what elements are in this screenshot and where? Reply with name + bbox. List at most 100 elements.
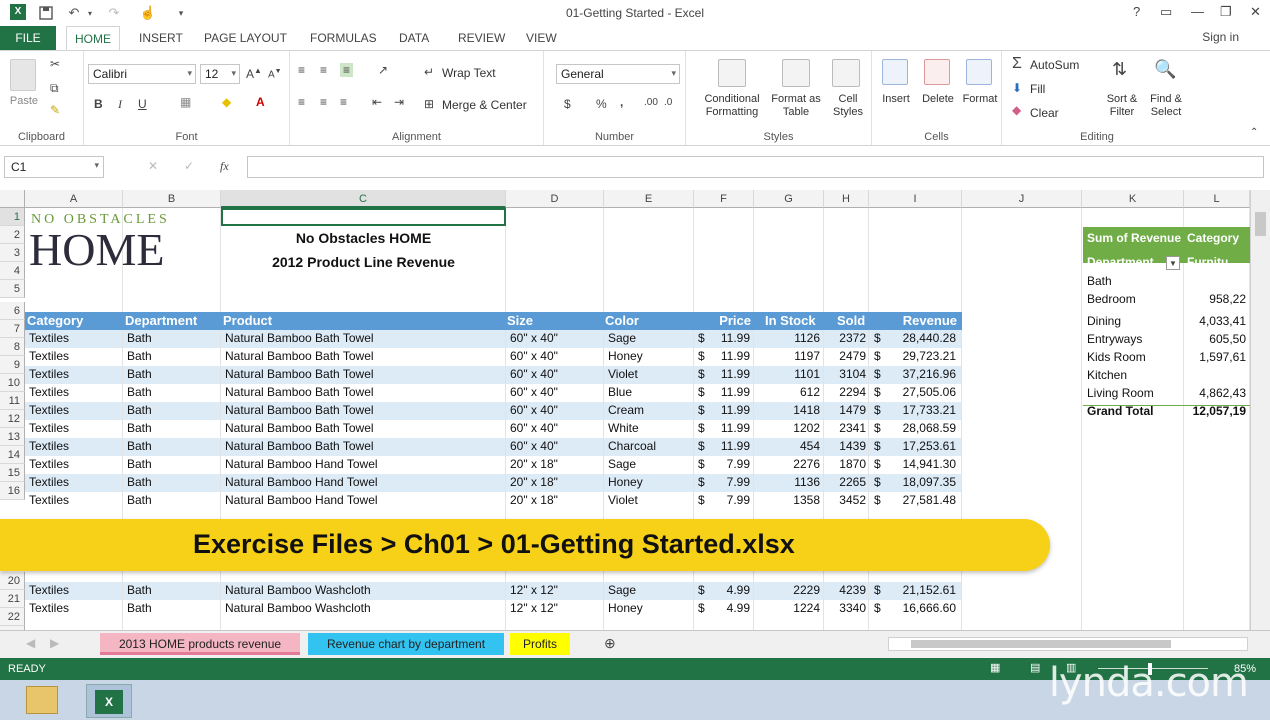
cell-price[interactable]: 11.99	[700, 385, 752, 399]
conditional-formatting-button[interactable]: Conditional Formatting	[694, 93, 770, 119]
cell-revenue[interactable]: 27,505.06	[880, 385, 958, 399]
cell-size[interactable]: 60" x 40"	[508, 367, 560, 381]
file-explorer-icon[interactable]	[26, 686, 58, 714]
cell-styles-button[interactable]: Cell Styles	[828, 93, 868, 119]
cell-in-stock[interactable]: 612	[756, 385, 822, 399]
cell-sold[interactable]: 2265	[826, 475, 868, 489]
row-header-7[interactable]: 7	[0, 320, 25, 338]
header-revenue[interactable]: Revenue	[893, 312, 959, 330]
cell-revenue[interactable]: 37,216.96	[880, 367, 958, 381]
cell-price[interactable]: 4.99	[700, 601, 752, 615]
pivot-dept[interactable]: Dining	[1085, 314, 1123, 328]
vertical-scrollbar[interactable]	[1250, 190, 1270, 630]
cell-in-stock[interactable]: 1418	[756, 403, 822, 417]
format-as-table-button[interactable]: Format as Table	[766, 93, 826, 119]
row-header-1[interactable]: 1	[0, 208, 25, 226]
cell-product[interactable]: Natural Bamboo Bath Towel	[223, 367, 376, 381]
pivot-value[interactable]: 4,862,43	[1180, 386, 1248, 400]
sort-filter-button[interactable]: Sort & Filter	[1102, 93, 1142, 119]
pivot-dept[interactable]: Entryways	[1085, 332, 1144, 346]
sign-in-link[interactable]: Sign in	[1202, 30, 1239, 44]
orientation-icon[interactable]: ↗	[378, 63, 388, 77]
header-category[interactable]: Category	[25, 312, 85, 330]
name-box[interactable]: C1 ▾	[4, 156, 104, 178]
tab-page-layout[interactable]: PAGE LAYOUT	[196, 26, 295, 50]
cell-category[interactable]: Textiles	[27, 583, 71, 597]
cell-in-stock[interactable]: 1202	[756, 421, 822, 435]
column-header-a[interactable]: A	[25, 190, 123, 208]
cell-price[interactable]: 7.99	[700, 457, 752, 471]
column-header-j[interactable]: J	[962, 190, 1082, 208]
cell-category[interactable]: Textiles	[27, 403, 71, 417]
cell-product[interactable]: Natural Bamboo Hand Towel	[223, 475, 380, 489]
restore-icon[interactable]: ❐	[1220, 4, 1232, 20]
pivot-value[interactable]: 1,597,61	[1180, 350, 1248, 364]
percent-button[interactable]: %	[596, 97, 607, 111]
header-sold[interactable]: Sold	[835, 312, 867, 330]
column-header-d[interactable]: D	[506, 190, 604, 208]
shrink-font-icon[interactable]: A▼	[268, 68, 282, 80]
vertical-scroll-thumb[interactable]	[1255, 212, 1266, 236]
decrease-indent-icon[interactable]: ⇤	[372, 95, 382, 109]
pivot-filter-dropdown-icon[interactable]: ▼	[1166, 256, 1180, 270]
row-header-3[interactable]: 3	[0, 244, 25, 262]
cell-sold[interactable]: 2341	[826, 421, 868, 435]
horizontal-scroll-thumb[interactable]	[911, 640, 1171, 648]
confirm-entry-icon[interactable]: ✓	[184, 159, 194, 173]
header-size[interactable]: Size	[505, 312, 535, 330]
cell-revenue[interactable]: 28,068.59	[880, 421, 958, 435]
row-header-20[interactable]: 20	[0, 572, 25, 590]
cell-sold[interactable]: 1479	[826, 403, 868, 417]
cell-department[interactable]: Bath	[125, 493, 154, 507]
find-select-button[interactable]: Find & Select	[1144, 93, 1188, 119]
cell-product[interactable]: Natural Bamboo Bath Towel	[223, 403, 376, 417]
select-all-corner[interactable]	[0, 190, 25, 208]
tab-view[interactable]: VIEW	[518, 26, 565, 50]
help-icon[interactable]: ?	[1133, 4, 1140, 19]
tab-review[interactable]: REVIEW	[450, 26, 513, 50]
cell-in-stock[interactable]: 2276	[756, 457, 822, 471]
column-header-f[interactable]: F	[694, 190, 754, 208]
wrap-text-button[interactable]: Wrap Text	[442, 67, 496, 80]
cell-color[interactable]: Charcoal	[606, 439, 658, 453]
autosum-button[interactable]: AutoSum	[1030, 59, 1079, 72]
cell-size[interactable]: 60" x 40"	[508, 421, 560, 435]
cell-color[interactable]: Cream	[606, 403, 646, 417]
cell-color[interactable]: Honey	[606, 349, 645, 363]
borders-icon[interactable]: ▦	[180, 95, 191, 109]
row-header-11[interactable]: 11	[0, 392, 25, 410]
cell-color[interactable]: Sage	[606, 331, 638, 345]
collapse-ribbon-icon[interactable]: ⌃	[1250, 127, 1258, 138]
row-header-5[interactable]: 5	[0, 280, 25, 298]
align-middle-icon[interactable]: ≡	[320, 63, 327, 77]
cell-sold[interactable]: 1870	[826, 457, 868, 471]
sheet-tab-profits[interactable]: Profits	[510, 633, 570, 655]
page-layout-view-icon[interactable]: ▤	[1030, 661, 1040, 674]
cell-revenue[interactable]: 16,666.60	[880, 601, 958, 615]
insert-function-button[interactable]: fx	[220, 159, 229, 174]
cell-in-stock[interactable]: 1126	[756, 331, 822, 345]
paste-icon[interactable]	[10, 59, 36, 91]
align-bottom-icon[interactable]: ≡	[340, 63, 354, 77]
cell-size[interactable]: 60" x 40"	[508, 331, 560, 345]
italic-button[interactable]: I	[118, 97, 122, 112]
cell-price[interactable]: 11.99	[700, 331, 752, 345]
cell-color[interactable]: White	[606, 421, 641, 435]
row-header-12[interactable]: 12	[0, 410, 25, 428]
currency-button[interactable]: $	[564, 97, 571, 111]
cell-color[interactable]: Sage	[606, 457, 638, 471]
align-right-icon[interactable]: ≡	[340, 95, 347, 109]
bold-button[interactable]: B	[94, 97, 103, 111]
pivot-dept[interactable]: Living Room	[1085, 386, 1156, 400]
cut-icon[interactable]: ✂	[50, 57, 60, 71]
sheet-tab-revenue-chart[interactable]: Revenue chart by department	[308, 633, 504, 655]
cell-color[interactable]: Sage	[606, 583, 638, 597]
column-header-g[interactable]: G	[754, 190, 824, 208]
cell-size[interactable]: 20" x 18"	[508, 493, 560, 507]
sheet-tab-home-products[interactable]: 2013 HOME products revenue	[100, 633, 300, 655]
cell-product[interactable]: Natural Bamboo Bath Towel	[223, 331, 376, 345]
pivot-dept[interactable]: Kitchen	[1085, 368, 1129, 382]
insert-button[interactable]: Insert	[876, 93, 916, 106]
cell-sold[interactable]: 4239	[826, 583, 868, 597]
cell-sold[interactable]: 2294	[826, 385, 868, 399]
